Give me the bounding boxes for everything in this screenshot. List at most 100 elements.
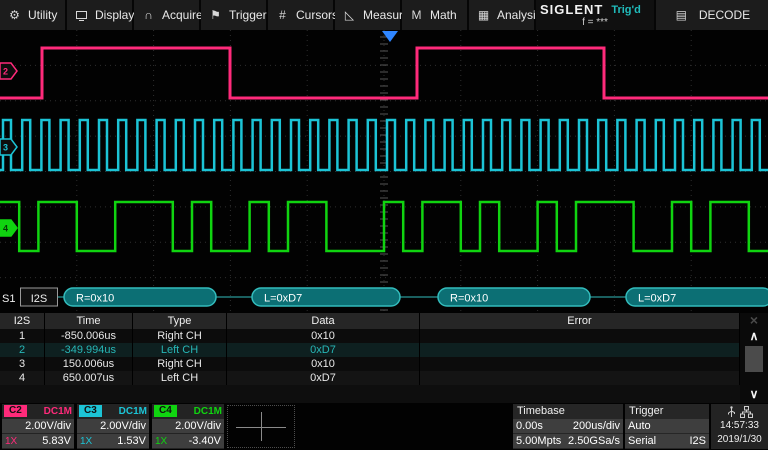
table-cell: 0xD7: [227, 343, 420, 357]
bus-protocol-label: I2S: [31, 293, 48, 305]
menu-item-label: Utility: [28, 8, 57, 22]
channel-chip: C3: [79, 405, 102, 417]
menu-item-measure[interactable]: ◺Measure: [335, 0, 402, 30]
channel-box-c2[interactable]: C2 DC1M 2.00V/div 1X 5.83V: [2, 404, 74, 449]
close-table-button[interactable]: ×: [740, 313, 768, 329]
menu-item-label: Display: [95, 8, 134, 22]
clock-date: 2019/1/30: [711, 433, 768, 447]
table-row[interactable]: 1-850.006usRight CH0x10: [0, 329, 768, 343]
menu-item-trigger[interactable]: ⚑Trigger: [201, 0, 268, 30]
menu-item-utility[interactable]: ⚙ Utility: [0, 0, 67, 30]
status-bar: Timebase 0.00s 200us/div 5.00Mpts 2.50GS…: [0, 403, 768, 450]
bus-source-label: S1: [2, 293, 15, 305]
table-cell: Right CH: [133, 329, 227, 343]
tab-decode[interactable]: ▤ DECODE: [656, 0, 768, 30]
decode-table: I2STimeTypeDataError1-850.006usRight CH0…: [0, 313, 768, 403]
table-cell: Right CH: [133, 357, 227, 371]
channel-coupling: DC1M: [44, 406, 72, 417]
graticule: [0, 30, 768, 313]
channel-4-marker[interactable]: 4: [0, 220, 17, 236]
menu-item-analysis[interactable]: ▦Analysis: [469, 0, 536, 30]
svg-text:4: 4: [3, 224, 8, 234]
clock-time: 14:57:33: [711, 419, 768, 433]
channel-offset: 1.53V: [117, 435, 146, 447]
channel-attenuation: 1X: [5, 436, 17, 447]
menu-bar: ⚙UtilityDisplay∩Acquire⚑Trigger#Cursors◺…: [0, 0, 768, 30]
monitor-icon: [74, 8, 89, 22]
channel-coupling: DC1M: [194, 406, 222, 417]
trigger-title: Trigger: [625, 404, 709, 418]
table-row[interactable]: 3150.006usRight CH0x10: [0, 357, 768, 371]
table-cell: [420, 371, 740, 385]
cursors-icon: #: [275, 8, 290, 22]
table-cell: 650.007us: [45, 371, 133, 385]
svg-text:R=0x10: R=0x10: [450, 293, 488, 305]
memory-depth: 5.00Mpts: [516, 435, 561, 447]
trigger-status-badge: Trig'd: [611, 4, 641, 16]
channel-3-marker[interactable]: 3: [0, 139, 17, 155]
datetime-box: 14:57:33 2019/1/30: [711, 404, 768, 449]
siglent-logo: SIGLENT: [540, 2, 603, 17]
table-cell: [420, 329, 740, 343]
channel-scale: 2.00V/div: [25, 420, 71, 432]
scrollbar-thumb[interactable]: [745, 346, 763, 372]
svg-text:R=0x10: R=0x10: [76, 293, 114, 305]
usb-icon: [727, 406, 736, 418]
menu-item-label: Analysis: [497, 8, 542, 22]
add-trace-dropzone[interactable]: [227, 405, 295, 448]
timebase-box[interactable]: Timebase 0.00s 200us/div 5.00Mpts 2.50GS…: [513, 404, 623, 449]
column-header: Error: [420, 313, 740, 329]
table-cell: 150.006us: [45, 357, 133, 371]
trigger-mode: Auto: [628, 420, 651, 432]
sample-rate: 2.50GSa/s: [568, 435, 620, 447]
analysis-icon: ▦: [476, 8, 491, 22]
table-header-row: I2STimeTypeDataError: [0, 313, 768, 329]
acquire-icon: ∩: [141, 8, 156, 22]
svg-text:3: 3: [3, 143, 8, 153]
channel-attenuation: 1X: [155, 436, 167, 447]
decode-bubble: R=0x10: [64, 288, 216, 306]
menu-item-label: Acquire: [162, 8, 203, 22]
table-cell: 3: [0, 357, 45, 371]
table-cell: Left CH: [133, 343, 227, 357]
table-cell: 4: [0, 371, 45, 385]
table-cell: 0x10: [227, 329, 420, 343]
crosshair-icon: [261, 412, 262, 441]
scroll-up-icon[interactable]: ∧: [742, 329, 766, 345]
table-cell: [420, 357, 740, 371]
channel-box-c3[interactable]: C3 DC1M 2.00V/div 1X 1.53V: [77, 404, 149, 449]
frequency-readout: f = ***: [540, 17, 650, 28]
trigger-bus: I2S: [689, 435, 706, 447]
menu-item-acquire[interactable]: ∩ Acquire: [134, 0, 201, 30]
lan-icon: [740, 406, 753, 418]
measure-icon: ◺: [342, 8, 357, 22]
timebase-scale: 200us/div: [573, 420, 620, 432]
table-cell: 1: [0, 329, 45, 343]
menu-item-label: Math: [430, 8, 457, 22]
table-scrollbar: × ∧ ∨: [740, 313, 768, 403]
gear-icon: ⚙: [7, 8, 22, 22]
channel-attenuation: 1X: [80, 436, 92, 447]
trigger-box[interactable]: Trigger Auto Serial I2S: [625, 404, 709, 449]
channel-box-c4[interactable]: C4 DC1M 2.00V/div 1X -3.40V: [152, 404, 224, 449]
channel-chip: C4: [154, 405, 177, 417]
brand-block: SIGLENT Trig'd f = ***: [536, 0, 656, 30]
flag-icon: ⚑: [208, 8, 223, 22]
timebase-title: Timebase: [513, 404, 623, 418]
decode-bubble: L=0xD7: [626, 288, 768, 306]
table-cell: [420, 343, 740, 357]
channel-2-marker[interactable]: 2: [0, 63, 17, 79]
timebase-delay: 0.00s: [516, 420, 543, 432]
menu-item-math[interactable]: MMath: [402, 0, 469, 30]
menu-item-cursors[interactable]: #Cursors: [268, 0, 335, 30]
table-row[interactable]: 2-349.994usLeft CH0xD7: [0, 343, 768, 357]
table-cell: -349.994us: [45, 343, 133, 357]
menu-item-display[interactable]: Display: [67, 0, 134, 30]
svg-text:L=0xD7: L=0xD7: [264, 293, 302, 305]
table-row[interactable]: 4650.007usLeft CH0xD7: [0, 371, 768, 385]
scroll-down-icon[interactable]: ∨: [742, 387, 766, 403]
channel-scale: 2.00V/div: [175, 420, 221, 432]
channel-coupling: DC1M: [119, 406, 147, 417]
table-cell: 0xD7: [227, 371, 420, 385]
decode-bubble: R=0x10: [438, 288, 590, 306]
